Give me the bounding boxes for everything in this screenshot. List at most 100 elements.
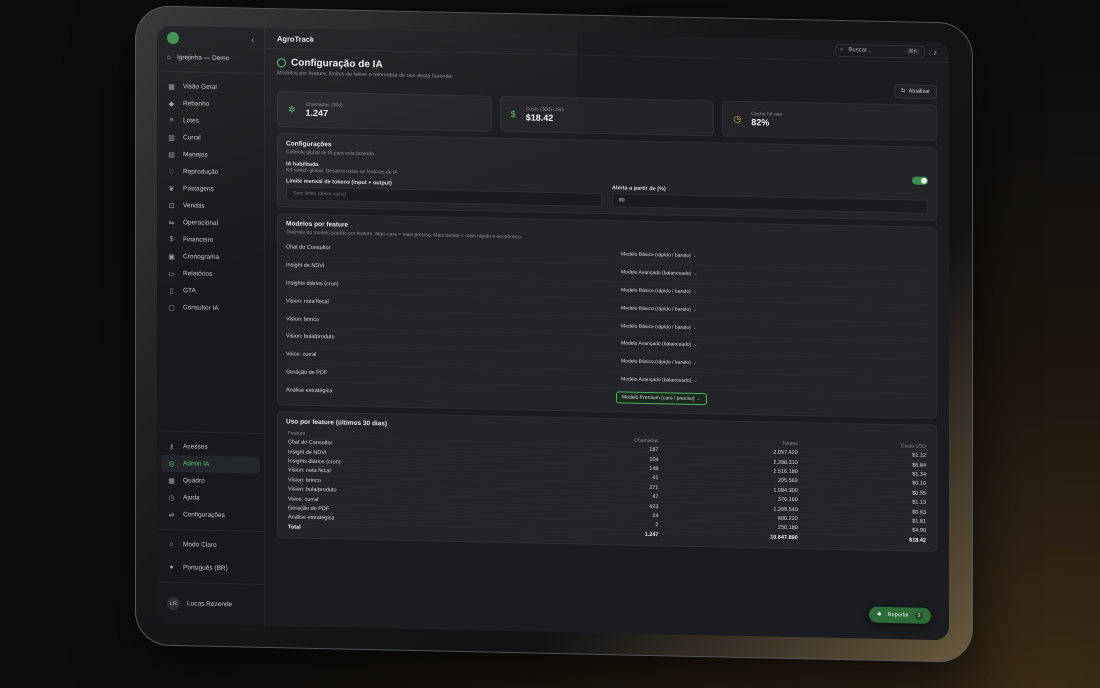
- usage-table-body: Chat do Consultor 187 2.057.420 $1.12 Insigh…: [286, 438, 928, 545]
- model-feature-name: Chat do Consultor: [286, 244, 331, 252]
- help-icon: ◷: [168, 494, 175, 502]
- model-feature-name: Voice: curral: [286, 351, 317, 359]
- model-feature-name: Vision: bula/produto: [286, 333, 335, 341]
- sidebar-item-label: Cronograma: [183, 253, 220, 261]
- stat-card-cost: $ Custo (30d) USD $18.42: [499, 95, 715, 137]
- usage-table: Feature Chamadas Tokens Custo USD Chat do C…: [286, 430, 928, 545]
- sidebar-item-label: Consultor IA: [183, 304, 219, 312]
- layers-icon: ≡: [169, 116, 174, 125]
- usage-panel: Uso por feature (últimos 30 dias) Featur…: [277, 411, 937, 552]
- activity-icon: ✲: [288, 103, 296, 115]
- model-select-value: Modelo Avançado (balanceado): [621, 376, 692, 384]
- sidebar-item-label: Pastagens: [183, 185, 214, 193]
- user-menu[interactable]: LR Lucas Rezende: [157, 589, 264, 620]
- model-select[interactable]: Modelo Básico (rápido / barato) ⌄: [616, 285, 702, 297]
- leaf-icon: ❦: [168, 185, 175, 193]
- sidebar-item-label: Quadro: [183, 477, 205, 485]
- theme-toggle[interactable]: ☼ Modo Claro: [157, 536, 264, 555]
- farm-icon: ⌂: [167, 53, 171, 61]
- sidebar-nav: ▦ Visão Geral ◆ Rebanho ≡ Lotes ▥ Curral ▤ Manejo…: [157, 78, 264, 318]
- sidebar-header: ‹: [157, 31, 264, 52]
- chevron-down-icon: ⌄: [692, 324, 697, 331]
- model-select[interactable]: Modelo Avançado (balanceado) ⌄: [616, 374, 702, 386]
- key-icon: ⚷: [168, 443, 175, 451]
- dollar-icon: $: [169, 235, 174, 244]
- main-area: AgroTrack ⌕ Buscar... ⌘K ♪ Configuração …: [265, 27, 949, 640]
- sidebar-item-label: Curral: [183, 134, 201, 142]
- report-count-badge: 3: [915, 611, 923, 620]
- sidebar-item-label: Relatórios: [183, 270, 213, 278]
- refresh-button[interactable]: ↻ Atualizar: [893, 84, 937, 100]
- model-select-value: Modelo Básico (rápido / barato): [621, 287, 691, 295]
- sidebar-item-label: Acessos: [183, 443, 208, 451]
- search-icon: ⌕: [840, 46, 844, 53]
- search-input[interactable]: ⌕ Buscar... ⌘K: [835, 43, 925, 59]
- sidebar-item-label: Operacional: [183, 219, 219, 227]
- tablet-frame: ‹ ⌂ Igrejinha — Demo ▦ Visão Geral ◆ Rebanh…: [135, 5, 973, 663]
- table-cell: $18.42: [799, 533, 928, 545]
- sidebar-item-admin-ia[interactable]: ◎ Admin IA: [161, 454, 260, 474]
- chevron-down-icon: ⌄: [696, 395, 701, 402]
- farm-name: Igrejinha — Demo: [176, 54, 230, 63]
- bell-icon[interactable]: ♪: [933, 47, 937, 56]
- bug-icon: ✱: [876, 611, 882, 618]
- document-icon: ▯: [169, 287, 174, 295]
- stat-value: 1.247: [305, 107, 329, 119]
- board-icon: ▦: [168, 477, 175, 485]
- model-select-value: Modelo Básico (rápido / barato): [621, 322, 691, 331]
- page-title: Configuração de IA: [277, 57, 453, 72]
- model-feature-name: Vision: brinco: [286, 315, 319, 323]
- calendar-icon: ▣: [168, 253, 175, 261]
- model-select-value: Modelo Avançado (balanceado): [621, 269, 692, 278]
- refresh-icon: ↻: [900, 88, 906, 95]
- model-select[interactable]: Modelo Premium (caro / preciso) ⌄: [616, 391, 707, 405]
- sun-icon: ☼: [168, 540, 175, 549]
- model-select[interactable]: Modelo Básico (rápido / barato) ⌄: [616, 303, 702, 315]
- sidebar-item-label: Vendas: [183, 202, 205, 210]
- model-feature-name: Insight de NDVI: [286, 262, 325, 270]
- table-cell: 10.647.890: [660, 530, 800, 543]
- app-logo-icon: [167, 31, 179, 45]
- photo-background: ‹ ⌂ Igrejinha — Demo ▦ Visão Geral ◆ Rebanh…: [0, 0, 1100, 688]
- sidebar-item-label: Visão Geral: [183, 83, 217, 91]
- clipboard-icon: ▤: [168, 151, 175, 159]
- sidebar-item-label: Admin IA: [183, 460, 210, 468]
- ai-enabled-toggle[interactable]: [912, 176, 928, 185]
- sidebar-item-label: Reprodução: [183, 168, 219, 176]
- app-title: AgroTrack: [277, 33, 315, 44]
- topbar-actions: ⌕ Buscar... ⌘K ♪: [835, 43, 937, 59]
- sliders-icon: ⇋: [168, 219, 175, 227]
- grid-icon: ▦: [168, 83, 175, 91]
- sidebar-item-label: Configurações: [183, 511, 225, 520]
- page-content: Configuração de IA Modelos por feature, …: [265, 49, 949, 640]
- model-select-value: Modelo Básico (rápido / barato): [621, 358, 691, 367]
- cattle-icon: ◆: [168, 100, 175, 108]
- model-select[interactable]: Modelo Básico (rápido / barato) ⌄: [616, 356, 702, 368]
- report-button[interactable]: ✱ Reportar 3: [868, 606, 931, 624]
- config-panel: Configurações Controle global de IA para…: [277, 133, 937, 222]
- theme-label: Modo Claro: [183, 541, 217, 549]
- model-select[interactable]: Modelo Básico (rápido / barato) ⌄: [616, 250, 702, 262]
- stat-card-cache: ◷ Cache hit rate 82%: [722, 100, 938, 142]
- model-select-value: Modelo Premium (caro / preciso): [622, 394, 695, 402]
- collapse-sidebar-icon[interactable]: ‹: [251, 35, 254, 45]
- dollar-icon: $: [510, 109, 516, 120]
- avatar: LR: [167, 596, 180, 611]
- farm-selector[interactable]: ⌂ Igrejinha — Demo: [157, 49, 264, 74]
- search-placeholder: Buscar...: [848, 47, 872, 54]
- sidebar-item-label: Manejos: [183, 151, 208, 159]
- model-select[interactable]: Modelo Básico (rápido / barato) ⌄: [616, 321, 702, 333]
- model-feature-name: Geração de PDF: [286, 369, 328, 377]
- model-select[interactable]: Modelo Avançado (balanceado) ⌄: [616, 339, 702, 351]
- sidebar-nav-bottom: ⚷ Acessos ◎ Admin IA ▦ Quadro ◷ Ajuda ⇌ Configura…: [157, 438, 264, 525]
- language-label: Português (BR): [183, 564, 228, 573]
- language-selector[interactable]: ● Português (BR): [157, 559, 264, 578]
- sidebar-item-label: Lotes: [183, 117, 199, 125]
- sidebar-item-configuracoes[interactable]: ⇌ Configurações: [157, 506, 264, 525]
- ai-icon: [277, 58, 286, 68]
- page-subtitle: Modelos por feature, limites de token e …: [277, 70, 454, 80]
- model-select-value: Modelo Básico (rápido / barato): [621, 251, 691, 260]
- chevron-down-icon: ⌄: [693, 377, 698, 384]
- globe-icon: ●: [169, 563, 174, 572]
- model-select[interactable]: Modelo Avançado (balanceado) ⌄: [616, 267, 702, 279]
